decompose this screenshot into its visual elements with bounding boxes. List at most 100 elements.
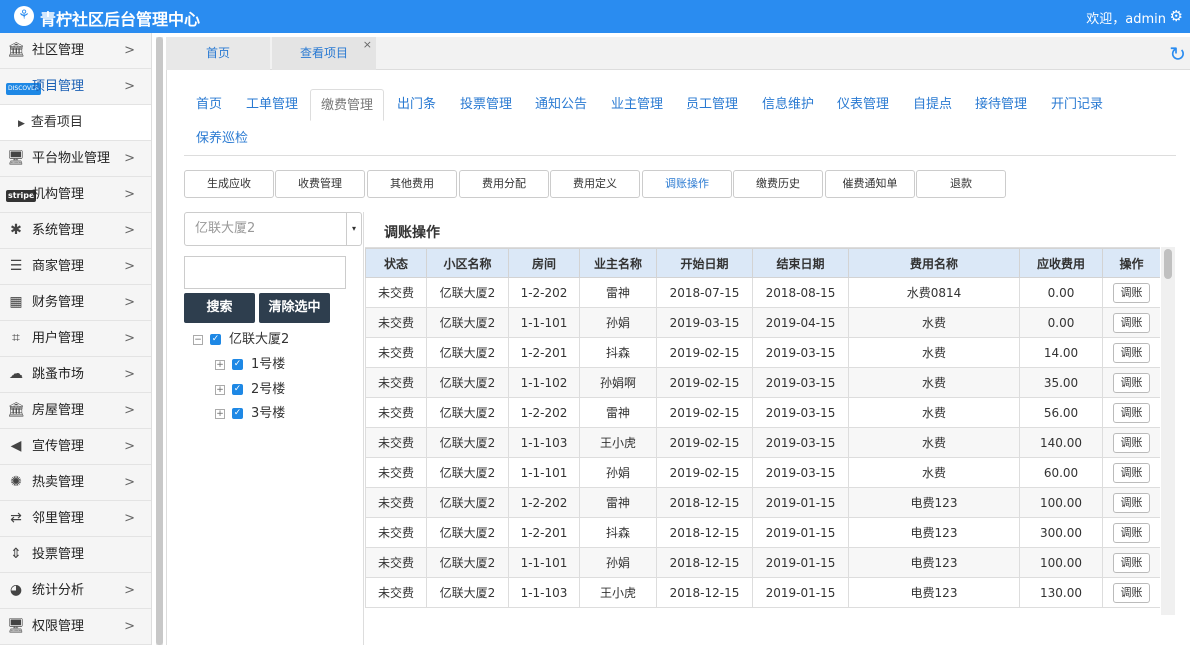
adjust-button[interactable]: 调账 xyxy=(1113,492,1150,513)
expand-icon[interactable]: + xyxy=(215,359,225,370)
welcome-user-menu[interactable]: 欢迎，admin xyxy=(1086,8,1166,27)
nav-notice[interactable]: 通知公告 xyxy=(535,89,587,121)
table-cell: 1-2-201 xyxy=(508,337,580,368)
fee-definition-button[interactable]: 费用定义 xyxy=(550,170,640,198)
adjust-button[interactable]: 调账 xyxy=(1113,372,1150,393)
nav-payment[interactable]: 缴费管理 xyxy=(310,89,385,121)
sidebar-item-flea-market[interactable]: ☁ 跳蚤市场 > xyxy=(0,357,151,393)
sidebar-subitem-label: 查看项目 xyxy=(30,115,83,130)
caret-down-icon[interactable]: ▾ xyxy=(346,213,361,245)
column-header[interactable]: 房间 xyxy=(508,248,580,278)
nav-info[interactable]: 信息维护 xyxy=(762,89,814,121)
table-row: 未交费 亿联大厦2 1-2-202 雷神 2018-07-15 2018-08-15 水费0… xyxy=(365,277,1160,308)
sidebar-subitem-view-project[interactable]: ▶ 查看项目 xyxy=(0,105,151,141)
fee-allocation-button[interactable]: 费用分配 xyxy=(459,170,549,198)
generate-receivable-button[interactable]: 生成应收 xyxy=(184,170,274,198)
checkbox-checked-icon[interactable]: ✓ xyxy=(232,359,243,370)
adjust-button[interactable]: 调账 xyxy=(1113,402,1150,423)
building-tree-panel: 亿联大厦2 ▾ 搜索 清除选中 − ✓ 亿联大厦2 + ✓ 1号楼 + ✓ 2号楼 + ✓ 3号… xyxy=(184,212,364,645)
sidebar-scrollbar-thumb[interactable] xyxy=(156,37,163,645)
sidebar-item-housing[interactable]: 🏛 房屋管理 > xyxy=(0,393,151,429)
nav-staff[interactable]: 员工管理 xyxy=(686,89,738,121)
close-icon[interactable]: × xyxy=(363,28,372,61)
sidebar-item-finance[interactable]: ▦ 财务管理 > xyxy=(0,285,151,321)
sidebar-item-hot-sale[interactable]: ✺ 热卖管理 > xyxy=(0,465,151,501)
page-tabs: 首页 查看项目 × ↻ xyxy=(166,37,1190,70)
charge-manage-button[interactable]: 收费管理 xyxy=(275,170,365,198)
nav-door-log[interactable]: 开门记录 xyxy=(1051,89,1103,121)
table-cell: 未交费 xyxy=(365,397,427,428)
checkbox-checked-icon[interactable]: ✓ xyxy=(210,334,221,345)
adjust-account-button[interactable]: 调账操作 xyxy=(642,170,732,198)
adjust-button[interactable]: 调账 xyxy=(1113,312,1150,333)
table-scrollbar-thumb[interactable] xyxy=(1164,249,1172,279)
nav-meter[interactable]: 仪表管理 xyxy=(837,89,889,121)
tree-search-input[interactable] xyxy=(184,256,346,289)
sidebar-item-statistics[interactable]: ◕ 统计分析 > xyxy=(0,573,151,609)
expand-icon[interactable]: + xyxy=(215,384,225,395)
collapse-icon[interactable]: − xyxy=(193,334,203,345)
nav-voting[interactable]: 投票管理 xyxy=(460,89,512,121)
sidebar-scrollbar[interactable] xyxy=(156,37,163,645)
sidebar-item-project[interactable]: DISCOVER 项目管理 > xyxy=(0,69,151,105)
column-header[interactable]: 开始日期 xyxy=(656,248,753,278)
refund-button[interactable]: 退款 xyxy=(916,170,1006,198)
table-cell: 2019-03-15 xyxy=(752,427,849,458)
clear-selection-button[interactable]: 清除选中 xyxy=(259,293,330,323)
checkbox-checked-icon[interactable]: ✓ xyxy=(232,408,243,419)
column-header[interactable]: 状态 xyxy=(365,248,427,278)
column-header[interactable]: 应收费用 xyxy=(1019,248,1103,278)
payment-history-button[interactable]: 缴费历史 xyxy=(733,170,823,198)
nav-maintenance[interactable]: 保养巡检 xyxy=(196,123,248,155)
adjust-button[interactable]: 调账 xyxy=(1113,522,1150,543)
nav-work-order[interactable]: 工单管理 xyxy=(246,89,298,121)
nav-owner[interactable]: 业主管理 xyxy=(611,89,663,121)
tree-node-building-2[interactable]: + ✓ 2号楼 xyxy=(215,380,285,400)
column-header[interactable]: 小区名称 xyxy=(426,248,509,278)
adjust-button[interactable]: 调账 xyxy=(1113,552,1150,573)
adjust-button[interactable]: 调账 xyxy=(1113,582,1150,603)
sidebar-item-label: 热卖管理 xyxy=(32,475,85,490)
column-header[interactable]: 费用名称 xyxy=(848,248,1020,278)
sidebar-item-user[interactable]: ⌗ 用户管理 > xyxy=(0,321,151,357)
sidebar-item-promotion[interactable]: ◀ 宣传管理 > xyxy=(0,429,151,465)
tab-home[interactable]: 首页 xyxy=(166,37,270,70)
checkbox-checked-icon[interactable]: ✓ xyxy=(232,384,243,395)
sidebar-item-voting[interactable]: ⇕ 投票管理 xyxy=(0,537,151,573)
column-header[interactable]: 操作 xyxy=(1102,248,1160,278)
action-cell: 调账 xyxy=(1102,367,1160,398)
column-header[interactable]: 业主名称 xyxy=(579,248,657,278)
table-scrollbar[interactable] xyxy=(1161,247,1175,615)
adjust-button[interactable]: 调账 xyxy=(1113,342,1150,363)
nav-reception[interactable]: 接待管理 xyxy=(975,89,1027,121)
adjust-button[interactable]: 调账 xyxy=(1113,282,1150,303)
sidebar-item-platform-property[interactable]: 🖥 平台物业管理 > xyxy=(0,141,151,177)
table-cell: 1-2-202 xyxy=(508,487,580,518)
table-cell: 孙娟 xyxy=(579,307,657,338)
sidebar-item-merchant[interactable]: ☰ 商家管理 > xyxy=(0,249,151,285)
gear-icon[interactable]: ⚙ xyxy=(1170,7,1183,25)
nav-pickup[interactable]: 自提点 xyxy=(913,89,952,121)
table-row: 未交费 亿联大厦2 1-2-202 雷神 2018-12-15 2019-01-15 电费1… xyxy=(365,487,1160,518)
tree-node-building-3[interactable]: + ✓ 3号楼 xyxy=(215,404,285,424)
sidebar-item-system[interactable]: ✱ 系统管理 > xyxy=(0,213,151,249)
community-select[interactable]: 亿联大厦2 ▾ xyxy=(184,212,362,246)
sidebar-item-community[interactable]: 🏛 社区管理 > xyxy=(0,33,151,69)
tree-node-root[interactable]: − ✓ 亿联大厦2 xyxy=(193,330,289,350)
expand-icon[interactable]: + xyxy=(215,408,225,419)
adjust-button[interactable]: 调账 xyxy=(1113,432,1150,453)
dunning-notice-button[interactable]: 催费通知单 xyxy=(825,170,915,198)
column-header[interactable]: 结束日期 xyxy=(752,248,849,278)
search-button[interactable]: 搜索 xyxy=(184,293,255,323)
sidebar-item-neighborhood[interactable]: ⇄ 邻里管理 > xyxy=(0,501,151,537)
tree-node-building-1[interactable]: + ✓ 1号楼 xyxy=(215,355,285,375)
other-fees-button[interactable]: 其他费用 xyxy=(367,170,457,198)
nav-home[interactable]: 首页 xyxy=(196,89,222,121)
tab-view-project[interactable]: 查看项目 × xyxy=(272,37,376,70)
table-cell: 电费123 xyxy=(848,487,1020,518)
refresh-icon[interactable]: ↻ xyxy=(1169,42,1186,66)
adjust-button[interactable]: 调账 xyxy=(1113,462,1150,483)
nav-exit-pass[interactable]: 出门条 xyxy=(397,89,436,121)
sidebar-item-permissions[interactable]: 🖥 权限管理 > xyxy=(0,609,151,645)
sidebar-item-organization[interactable]: stripe 机构管理 > xyxy=(0,177,151,213)
